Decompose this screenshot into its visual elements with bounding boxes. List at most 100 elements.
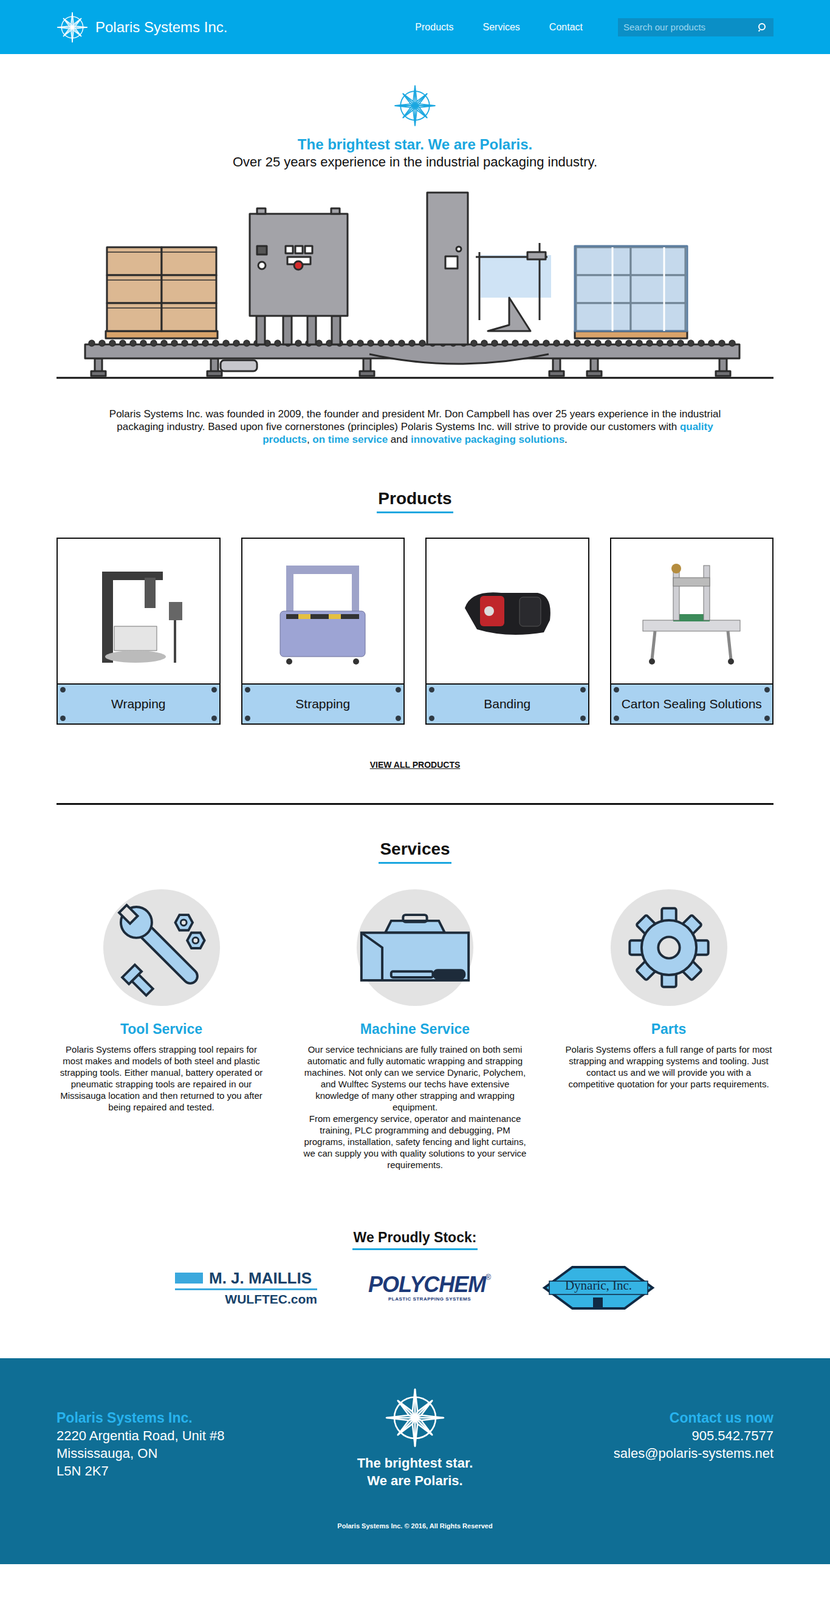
hero-subtitle: Over 25 years experience in the industri…: [232, 153, 598, 171]
rivet: [580, 687, 586, 693]
rivet: [613, 715, 620, 722]
maillis-logo: M. J. MAILLIS WULFTEC.com: [174, 1269, 318, 1308]
product-name: Strapping: [295, 696, 350, 713]
main-nav: Products Services Contact: [415, 20, 583, 35]
service-text: Polaris Systems offers a full range of p…: [563, 1043, 774, 1091]
contact-heading: Contact us now: [669, 1409, 774, 1428]
nav-link[interactable]: Services: [483, 20, 521, 35]
services-section: Services Tool Service Polaris Systems offe…: [56, 839, 774, 1171]
search-input[interactable]: [617, 18, 774, 37]
product-photo: [611, 538, 773, 684]
products-heading: Products: [376, 488, 453, 514]
parts-service-icon: [609, 888, 729, 1008]
intro-paragraph: Polaris Systems Inc. was founded in 2009…: [108, 407, 722, 446]
footer-contact: Contact us now905.542.7577sales@polaris-…: [554, 1409, 774, 1463]
phone-link[interactable]: 905.542.7577: [691, 1427, 774, 1445]
rivet: [428, 715, 435, 722]
rivet: [428, 687, 435, 693]
product-photo: [57, 538, 220, 684]
star-logo-icon: [393, 84, 437, 127]
product-card[interactable]: Carton Sealing Solutions: [610, 537, 775, 725]
copyright: Polaris Systems Inc. © 2016, All Rights …: [0, 1521, 830, 1566]
product-label: Strapping: [242, 683, 405, 724]
logo-text: M. J. MAILLIS: [209, 1269, 312, 1288]
star-logo-icon: [384, 1387, 446, 1449]
stock-section: We Proudly Stock: M. J. MAILLIS WULFTEC.co…: [56, 1229, 774, 1312]
address-line: 2220 Argentia Road, Unit #8: [56, 1427, 276, 1445]
service-title: Machine Service: [360, 1020, 470, 1038]
rivet: [60, 687, 66, 693]
rivet: [211, 687, 217, 693]
logo-text: WULFTEC.com: [224, 1291, 318, 1308]
services-heading: Services: [378, 839, 451, 865]
footer-brand: The brightest star.We are Polaris.: [357, 1387, 474, 1490]
product-photo: [426, 538, 589, 684]
product-grid: Wrapping Strapping Banding Carton Sealing S…: [56, 537, 774, 725]
logo-text: POLYCHEM: [368, 1273, 486, 1297]
service-title: Tool Service: [120, 1020, 203, 1038]
product-photo: [242, 538, 405, 684]
service-title: Parts: [651, 1020, 687, 1038]
address-line: Mississauga, ON: [56, 1444, 276, 1463]
rivet: [764, 687, 770, 693]
logo-text: ®: [485, 1273, 491, 1283]
product-name: Wrapping: [111, 696, 166, 713]
service-column: Machine Service Our service technicians a…: [300, 888, 530, 1171]
site-header: Polaris Systems Inc. Products Services Con…: [0, 0, 830, 55]
nav-link[interactable]: Contact: [549, 20, 583, 35]
products-section: Products Wrapping Strapping Banding Carton S…: [56, 488, 774, 772]
footer-content: Polaris Systems Inc.2220 Argentia Road, …: [56, 1358, 774, 1490]
product-card[interactable]: Strapping: [241, 537, 406, 725]
product-label: Carton Sealing Solutions: [611, 683, 773, 724]
brand-logos: M. J. MAILLIS WULFTEC.com POLYCHEM® PLASTIC…: [174, 1265, 656, 1312]
star-logo-icon: [56, 11, 89, 44]
nav-link[interactable]: Products: [415, 20, 454, 35]
search-icon: [757, 22, 768, 33]
product-label: Banding: [426, 683, 589, 724]
services-row: Tool Service Polaris Systems offers strap…: [56, 888, 774, 1171]
footer-address: Polaris Systems Inc.2220 Argentia Road, …: [56, 1409, 276, 1481]
product-name: Carton Sealing Solutions: [621, 696, 762, 713]
packaging-line-illustration: [56, 191, 774, 381]
rivet: [211, 715, 217, 722]
rivet: [613, 687, 620, 693]
polychem-logo: POLYCHEM® PLASTIC STRAPPING SYSTEMS: [365, 1273, 494, 1303]
highlight-text: on time service: [312, 433, 388, 446]
rivet: [395, 715, 402, 722]
service-column: Tool Service Polaris Systems offers strap…: [56, 888, 267, 1114]
rivet: [395, 687, 402, 693]
service-text: Polaris Systems offers strapping tool re…: [56, 1043, 267, 1114]
service-text: Our service technicians are fully traine…: [300, 1043, 530, 1171]
logo-text: PLASTIC STRAPPING SYSTEMS: [388, 1296, 471, 1303]
rivet: [764, 715, 770, 722]
product-name: Banding: [483, 696, 531, 713]
rivet: [244, 687, 251, 693]
hero-tagline: The brightest star. We are Polaris.: [297, 135, 533, 154]
hero: The brightest star. We are Polaris.Over …: [56, 54, 774, 446]
product-card[interactable]: Banding: [425, 537, 590, 725]
logo-rule: [174, 1288, 318, 1291]
footer-company: Polaris Systems Inc.: [56, 1409, 276, 1428]
stock-heading: We Proudly Stock:: [352, 1229, 479, 1251]
view-all-link[interactable]: VIEW ALL PRODUCTS: [370, 758, 461, 772]
brand-name[interactable]: Polaris Systems Inc.: [95, 16, 228, 39]
product-label: Wrapping: [57, 683, 220, 724]
machine-service-icon: [355, 888, 475, 1008]
section-divider: [56, 803, 774, 806]
site-footer: Polaris Systems Inc.2220 Argentia Road, …: [0, 1358, 830, 1565]
brand[interactable]: Polaris Systems Inc.: [56, 11, 228, 44]
tool-service-icon: [102, 888, 222, 1008]
search-box: [617, 18, 774, 37]
logo-text: Dynaric, Inc.: [565, 1278, 632, 1294]
dynaric-logo: Dynaric, Inc.: [541, 1265, 656, 1312]
service-column: Parts Polaris Systems offers a full range…: [563, 888, 774, 1091]
address-line: L5N 2K7: [56, 1462, 276, 1481]
rivet: [244, 715, 251, 722]
email-link[interactable]: sales@polaris-systems.net: [613, 1444, 774, 1463]
rivet: [60, 715, 66, 722]
footer-tagline: The brightest star.We are Polaris.: [357, 1454, 474, 1490]
highlight-text: innovative packaging solutions: [410, 433, 565, 446]
rivet: [580, 715, 586, 722]
logo-bar: [174, 1272, 203, 1284]
product-card[interactable]: Wrapping: [56, 537, 221, 725]
